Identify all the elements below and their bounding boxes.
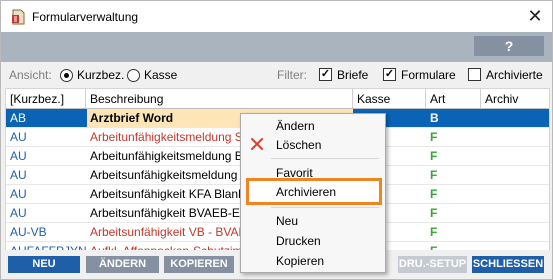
cell-kurzbez: AU: [10, 206, 27, 220]
radio-kasse-label[interactable]: Kasse: [144, 68, 177, 82]
checkbox-archivierte-label[interactable]: Archivierte: [486, 68, 543, 82]
document-app-icon: [12, 9, 25, 25]
new-button[interactable]: NEU: [8, 256, 80, 273]
cell-beschreibung: Arbeitsunfähigkeit BVAEB-EB A: [90, 206, 259, 220]
print-setup-button[interactable]: DRU.-SETUP: [398, 256, 467, 273]
cell-kurzbez: AU-VB: [10, 225, 47, 239]
close-button[interactable]: ✕: [521, 3, 549, 29]
menu-item-aendern[interactable]: Ändern: [276, 119, 315, 133]
cell-art: F: [430, 149, 438, 163]
toolbar: ?: [1, 32, 552, 62]
radio-kurzbez[interactable]: [60, 69, 73, 82]
cell-kurzbez: AU: [10, 168, 27, 182]
filter-row: Ansicht: Kurzbez. Kasse Filter: ✓ Briefe…: [1, 62, 552, 88]
col-beschreibung[interactable]: Beschreibung: [90, 92, 163, 106]
radio-kurzbez-label[interactable]: Kurzbez.: [77, 68, 124, 82]
checkbox-archivierte[interactable]: [468, 68, 481, 81]
delete-x-icon: [251, 138, 263, 150]
menu-item-neu[interactable]: Neu: [276, 214, 298, 228]
cell-art: B: [430, 111, 439, 125]
radio-dot: [64, 73, 69, 78]
col-divider: [352, 89, 353, 108]
table-header: [Kurzbez.] Beschreibung Kasse Art Archiv: [6, 89, 549, 109]
radio-kasse[interactable]: [127, 69, 140, 82]
col-art[interactable]: Art: [430, 92, 445, 106]
cell-beschreibung: Arztbrief Word: [90, 111, 174, 125]
view-label: Ansicht:: [9, 68, 52, 82]
menu-separator: [271, 158, 379, 159]
col-divider: [85, 89, 86, 108]
cell-kurzbez: AU: [10, 149, 27, 163]
menu-item-drucken[interactable]: Drucken: [276, 234, 321, 248]
cell-kurzbez: AU: [10, 130, 27, 144]
cell-kurzbez: AU: [10, 187, 27, 201]
menu-item-loeschen[interactable]: Löschen: [276, 138, 321, 152]
checkbox-formulare-label[interactable]: Formulare: [401, 68, 456, 82]
checkbox-formulare[interactable]: ✓: [383, 68, 396, 81]
window-title: Formularverwaltung: [32, 10, 139, 24]
close-dialog-button[interactable]: SCHLIESSEN: [472, 256, 544, 273]
help-button[interactable]: ?: [474, 36, 544, 56]
menu-item-kopieren[interactable]: Kopieren: [276, 254, 324, 268]
cell-art: F: [430, 130, 438, 144]
cell-art: F: [430, 168, 438, 182]
filter-label: Filter:: [277, 68, 307, 82]
checkbox-briefe-label[interactable]: Briefe: [337, 68, 368, 82]
cell-kurzbez: AB: [10, 111, 27, 125]
edit-button[interactable]: ÄNDERN: [86, 256, 159, 273]
checkbox-briefe[interactable]: ✓: [319, 68, 332, 81]
cell-art: F: [430, 187, 438, 201]
col-divider: [480, 89, 481, 108]
col-kurzbez[interactable]: [Kurzbez.]: [10, 92, 64, 106]
cell-art: F: [430, 206, 438, 220]
menu-item-archivieren[interactable]: Archivieren: [276, 185, 336, 199]
context-menu: Ändern Löschen Favorit Archivieren Neu D…: [240, 113, 386, 273]
copy-button[interactable]: KOPIEREN: [164, 256, 234, 273]
menu-separator: [271, 207, 379, 208]
cell-beschreibung: Arbeitsunfähigkeit KFA Blanko: [90, 187, 251, 201]
col-divider: [425, 89, 426, 108]
col-kasse[interactable]: Kasse: [357, 92, 390, 106]
cell-art: F: [430, 225, 438, 239]
cell-beschreibung: Arbeitsunfähigkeitsmeldung SVS: [90, 168, 265, 182]
cell-beschreibung: Arbeitunfähigkeitsmeldung SVS: [90, 130, 259, 144]
col-archiv[interactable]: Archiv: [485, 92, 518, 106]
cell-beschreibung: Arbeitunfähigkeitsmeldung BVA: [90, 149, 258, 163]
title-bar: Formularverwaltung ✕: [1, 1, 552, 32]
